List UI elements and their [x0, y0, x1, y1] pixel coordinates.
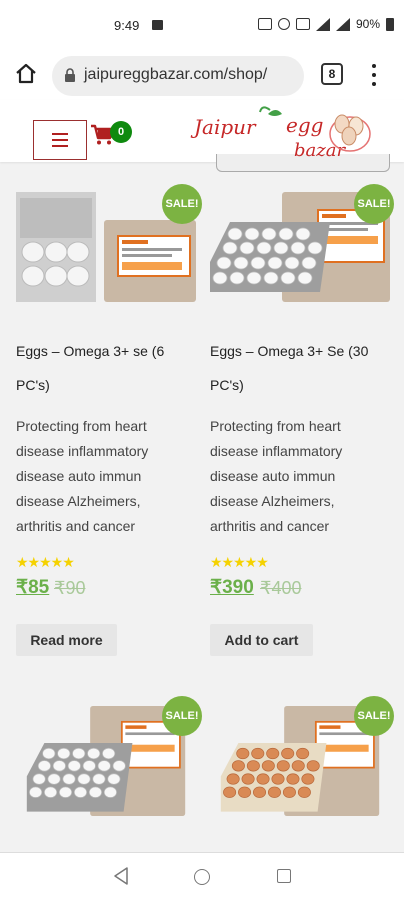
sale-price: ₹85 — [16, 577, 50, 598]
description-line: disease auto immun — [16, 468, 142, 484]
recents-icon[interactable] — [277, 869, 291, 883]
status-bar: 9:49 90% — [0, 0, 404, 52]
original-price: ₹90 — [54, 578, 86, 598]
product-card: SALE! — [210, 696, 394, 816]
sale-price: ₹390 — [210, 577, 254, 598]
description-line: disease Alzheimers, — [210, 493, 335, 509]
product-title-line: PC's) — [210, 377, 244, 393]
tab-switcher-button[interactable]: 8 — [321, 63, 343, 85]
product-description: Protecting from heart disease inflammato… — [210, 414, 390, 539]
product-title-line: PC's) — [16, 377, 50, 393]
site-logo[interactable]: Jaipur egg bazar — [190, 106, 390, 166]
product-card: SALE! Eggs – Omega 3+ se (6 PC's) Protec… — [16, 184, 202, 672]
description-line: disease auto immun — [210, 468, 336, 484]
description-line: disease Alzheimers, — [16, 493, 141, 509]
star-rating: ★★★★★ — [16, 554, 75, 570]
star-rating: ★★★★★ — [210, 554, 269, 570]
mobile-data-icon — [335, 17, 350, 31]
gallery-notification-icon — [152, 20, 163, 30]
home-nav-icon[interactable] — [194, 869, 210, 885]
address-bar[interactable]: jaipureggbazar.com/shop/ — [52, 56, 304, 96]
description-line: Protecting from heart — [210, 418, 341, 434]
description-line: arthritis and cancer — [210, 518, 330, 534]
back-icon[interactable] — [113, 867, 129, 885]
sale-badge: SALE! — [354, 184, 394, 224]
read-more-button[interactable]: Read more — [16, 624, 117, 656]
add-to-cart-button[interactable]: Add to cart — [210, 624, 313, 656]
product-title-line: Eggs – Omega 3+ se (6 — [16, 343, 165, 359]
description-line: disease inflammatory — [210, 443, 343, 459]
browser-toolbar: jaipureggbazar.com/shop/ 8 — [0, 52, 404, 100]
status-time: 9:49 — [114, 18, 140, 33]
sale-badge: SALE! — [162, 696, 202, 736]
url-text: jaipureggbazar.com/shop/ — [84, 66, 268, 83]
status-icons: 90% — [257, 17, 394, 31]
battery-icon — [386, 17, 394, 31]
description-line: disease inflammatory — [16, 443, 149, 459]
system-nav-bar — [0, 852, 404, 900]
product-description: Protecting from heart disease inflammato… — [16, 414, 196, 539]
vibrate-icon — [257, 18, 272, 30]
sale-badge: SALE! — [162, 184, 202, 224]
product-card: SALE! — [16, 696, 202, 816]
battery-percent: 90% — [355, 17, 380, 31]
volte-icon — [295, 18, 310, 30]
cart-count-badge: 0 — [110, 121, 132, 143]
logo-text-jaipur: Jaipur — [190, 115, 257, 139]
page: 9:49 90% jaipureggbazar.com/shop/ 8 0 Ja… — [0, 0, 404, 900]
browser-menu-icon[interactable] — [368, 64, 380, 86]
signal-icon — [315, 17, 330, 31]
logo-text-bazar: bazar — [294, 140, 346, 161]
product-title[interactable]: Eggs – Omega 3+ se (6 PC's) — [16, 334, 196, 402]
description-line: Protecting from heart — [16, 418, 147, 434]
product-card: SALE! Eggs – Omega 3+ Se (30 PC's) Prote… — [210, 184, 394, 672]
hotspot-icon — [277, 18, 290, 30]
logo-text-egg: egg — [286, 113, 323, 137]
menu-toggle-button[interactable] — [33, 120, 87, 160]
home-icon[interactable] — [14, 62, 38, 86]
product-title-line: Eggs – Omega 3+ Se (30 — [210, 343, 369, 359]
original-price: ₹400 — [260, 578, 302, 598]
lock-icon — [65, 68, 75, 82]
product-title[interactable]: Eggs – Omega 3+ Se (30 PC's) — [210, 334, 390, 402]
sale-badge: SALE! — [354, 696, 394, 736]
description-line: arthritis and cancer — [16, 518, 136, 534]
